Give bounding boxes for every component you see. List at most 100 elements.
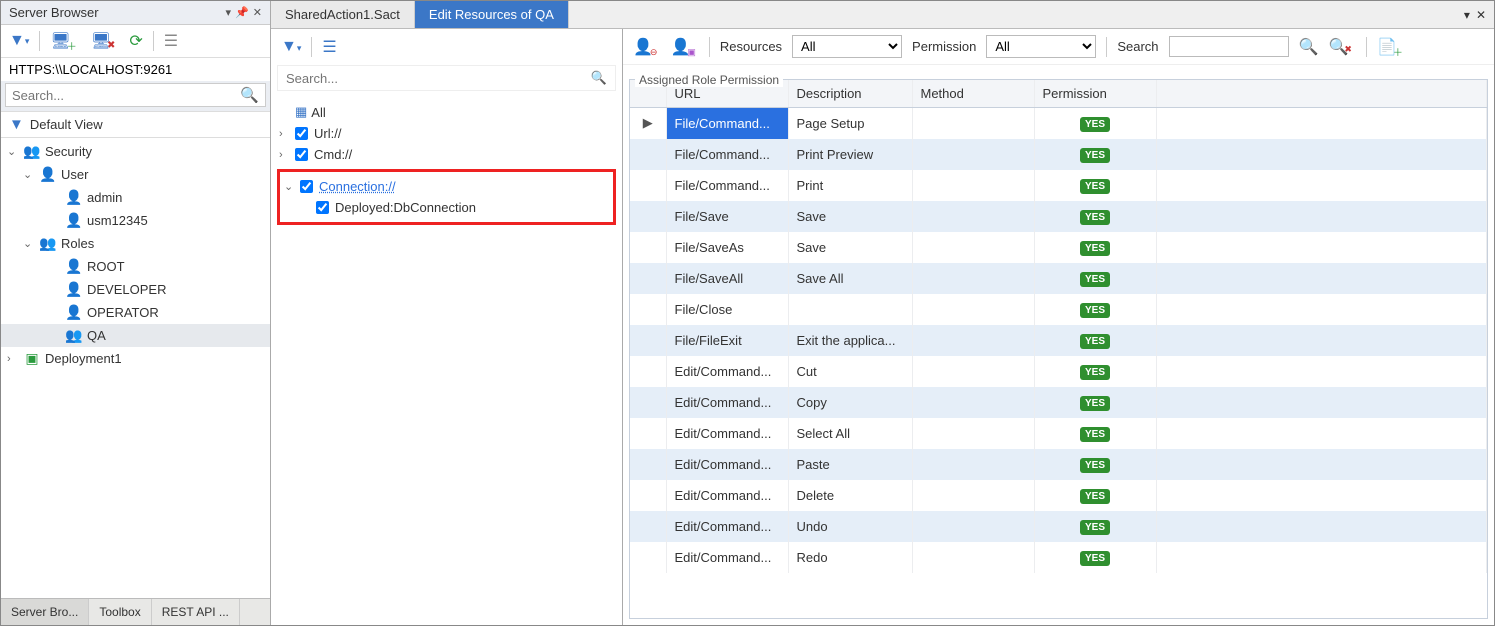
- cell-permission[interactable]: YES: [1034, 449, 1156, 480]
- permission-grid[interactable]: URL Description Method Permission ▶File/…: [630, 80, 1487, 618]
- tree-security[interactable]: ⌄ 👥 Security: [1, 140, 270, 163]
- cell-permission[interactable]: YES: [1034, 294, 1156, 325]
- cell-description[interactable]: Save: [788, 232, 912, 263]
- cell-method[interactable]: [912, 263, 1034, 294]
- cell-permission[interactable]: YES: [1034, 139, 1156, 170]
- resource-cmd[interactable]: › Cmd://: [275, 144, 618, 165]
- cell-description[interactable]: Save: [788, 201, 912, 232]
- table-row[interactable]: File/FileExitExit the applica...YES: [630, 325, 1487, 356]
- cell-url[interactable]: Edit/Command...: [666, 418, 788, 449]
- cell-method[interactable]: [912, 356, 1034, 387]
- cell-method[interactable]: [912, 511, 1034, 542]
- col-permission[interactable]: Permission: [1034, 80, 1156, 108]
- tab-rest-api[interactable]: REST API ...: [152, 599, 240, 625]
- tree-root[interactable]: 👤 ROOT: [1, 255, 270, 278]
- tree-usm[interactable]: 👤 usm12345: [1, 209, 270, 232]
- refresh-icon[interactable]: ⟳: [129, 31, 142, 51]
- list-icon[interactable]: ☰: [164, 31, 178, 51]
- cell-url[interactable]: Edit/Command...: [666, 542, 788, 573]
- resources-select[interactable]: All: [792, 35, 902, 58]
- filter-icon[interactable]: ▼▾: [281, 38, 301, 56]
- cell-url[interactable]: File/FileExit: [666, 325, 788, 356]
- default-view-row[interactable]: ▼ Default View: [1, 111, 270, 138]
- cell-url[interactable]: Edit/Command...: [666, 387, 788, 418]
- table-row[interactable]: File/Command...PrintYES: [630, 170, 1487, 201]
- tree-qa[interactable]: 👥 QA: [1, 324, 270, 347]
- tab-edit-resources[interactable]: Edit Resources of QA: [415, 1, 569, 28]
- cell-permission[interactable]: YES: [1034, 480, 1156, 511]
- cell-description[interactable]: Print Preview: [788, 139, 912, 170]
- cell-method[interactable]: [912, 325, 1034, 356]
- cell-url[interactable]: File/Save: [666, 201, 788, 232]
- search-icon[interactable]: 🔍: [240, 86, 259, 104]
- cell-method[interactable]: [912, 449, 1034, 480]
- cell-description[interactable]: [788, 294, 912, 325]
- cell-url[interactable]: File/Command...: [666, 170, 788, 201]
- cell-description[interactable]: Delete: [788, 480, 912, 511]
- cell-permission[interactable]: YES: [1034, 170, 1156, 201]
- cell-url[interactable]: File/Close: [666, 294, 788, 325]
- cell-description[interactable]: Paste: [788, 449, 912, 480]
- chevron-down-icon[interactable]: ⌄: [7, 145, 19, 158]
- table-row[interactable]: File/Command...Print PreviewYES: [630, 139, 1487, 170]
- cell-permission[interactable]: YES: [1034, 418, 1156, 449]
- cell-method[interactable]: [912, 418, 1034, 449]
- resource-url[interactable]: › Url://: [275, 123, 618, 144]
- filter-icon[interactable]: ▼▾: [9, 32, 29, 50]
- cell-permission[interactable]: YES: [1034, 263, 1156, 294]
- cell-description[interactable]: Cut: [788, 356, 912, 387]
- add-item-icon[interactable]: 📄＋: [1377, 37, 1407, 57]
- table-row[interactable]: Edit/Command...UndoYES: [630, 511, 1487, 542]
- chevron-right-icon[interactable]: ›: [279, 149, 291, 161]
- table-row[interactable]: Edit/Command...CutYES: [630, 356, 1487, 387]
- tab-server-browser[interactable]: Server Bro...: [1, 599, 89, 625]
- search-input[interactable]: [12, 88, 240, 103]
- cell-permission[interactable]: YES: [1034, 232, 1156, 263]
- search-input[interactable]: [1169, 36, 1289, 57]
- checkbox[interactable]: [295, 148, 308, 161]
- cell-url[interactable]: Edit/Command...: [666, 480, 788, 511]
- col-method[interactable]: Method: [912, 80, 1034, 108]
- chevron-down-icon[interactable]: ⌄: [23, 237, 35, 250]
- cell-description[interactable]: Undo: [788, 511, 912, 542]
- table-row[interactable]: File/SaveAllSave AllYES: [630, 263, 1487, 294]
- list-icon[interactable]: ☰: [322, 37, 336, 57]
- tree-deployment[interactable]: › ▣ Deployment1: [1, 347, 270, 370]
- resource-deployed-db[interactable]: Deployed:DbConnection: [280, 197, 613, 218]
- permission-select[interactable]: All: [986, 35, 1096, 58]
- chevron-right-icon[interactable]: ›: [279, 128, 291, 140]
- resource-all[interactable]: ▦ All: [275, 101, 618, 123]
- table-row[interactable]: File/SaveSaveYES: [630, 201, 1487, 232]
- cell-method[interactable]: [912, 542, 1034, 573]
- checkbox[interactable]: [295, 127, 308, 140]
- table-row[interactable]: File/SaveAsSave YES: [630, 232, 1487, 263]
- tab-toolbox[interactable]: Toolbox: [89, 599, 151, 625]
- cell-description[interactable]: Copy: [788, 387, 912, 418]
- cell-method[interactable]: [912, 201, 1034, 232]
- chevron-down-icon[interactable]: ⌄: [23, 168, 35, 181]
- table-row[interactable]: Edit/Command...Delete YES: [630, 480, 1487, 511]
- cell-url[interactable]: Edit/Command...: [666, 449, 788, 480]
- chevron-right-icon[interactable]: ›: [7, 353, 19, 365]
- server-add-icon[interactable]: 🖥＋: [50, 31, 80, 51]
- cell-description[interactable]: Exit the applica...: [788, 325, 912, 356]
- cell-url[interactable]: File/SaveAs: [666, 232, 788, 263]
- search-icon[interactable]: 🔍: [591, 70, 607, 86]
- table-row[interactable]: Edit/Command...CopyYES: [630, 387, 1487, 418]
- table-row[interactable]: Edit/Command...Select AllYES: [630, 418, 1487, 449]
- cell-method[interactable]: [912, 170, 1034, 201]
- dropdown-icon[interactable]: ▾: [226, 6, 232, 19]
- search-clear-icon[interactable]: 🔍✖: [1328, 37, 1355, 57]
- resource-connection[interactable]: ⌄ Connection://: [280, 176, 613, 197]
- tree-admin[interactable]: 👤 admin: [1, 186, 270, 209]
- cell-method[interactable]: [912, 232, 1034, 263]
- tree-user[interactable]: ⌄ 👤 User: [1, 163, 270, 186]
- table-row[interactable]: File/Close YES: [630, 294, 1487, 325]
- pin-icon[interactable]: 📌: [235, 6, 249, 19]
- checkbox[interactable]: [316, 201, 329, 214]
- user-settings-icon[interactable]: 👤▣: [670, 37, 698, 57]
- tree-operator[interactable]: 👤 OPERATOR: [1, 301, 270, 324]
- cell-method[interactable]: [912, 387, 1034, 418]
- cell-method[interactable]: [912, 108, 1034, 139]
- table-row[interactable]: Edit/Command...RedoYES: [630, 542, 1487, 573]
